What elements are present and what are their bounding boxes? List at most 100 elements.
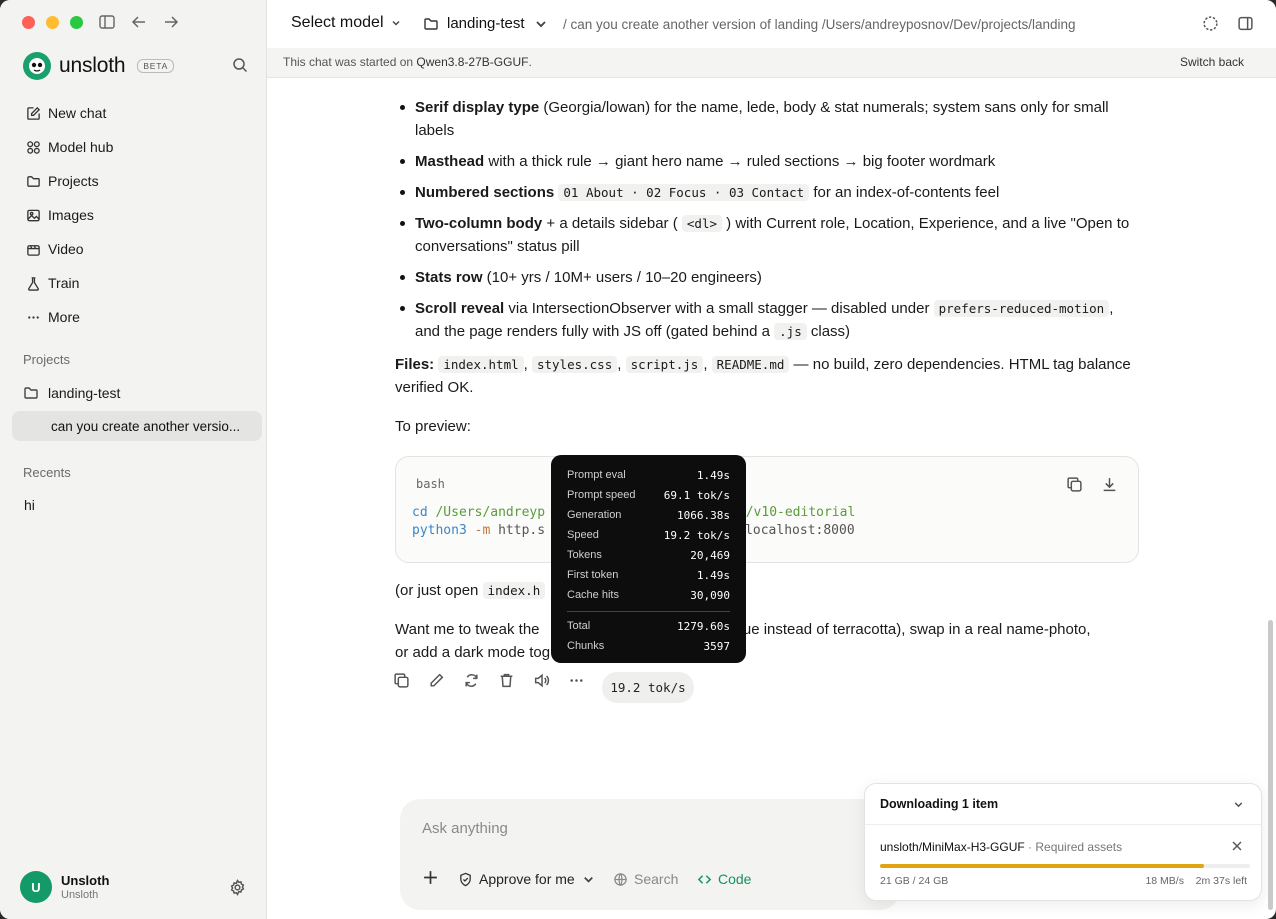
project-breadcrumb[interactable]: landing-test xyxy=(423,15,549,32)
assistant-message: Serif display type (Georgia/lowan) for t… xyxy=(395,96,1140,438)
search-toggle[interactable]: Search xyxy=(613,871,678,887)
top-bar: Select model landing-test / can you crea… xyxy=(267,0,1276,48)
loading-icon[interactable] xyxy=(1202,15,1219,32)
stat-key: Total xyxy=(567,620,591,632)
scrollbar[interactable] xyxy=(1268,620,1273,910)
project-label: landing-test xyxy=(48,385,121,401)
file-name: styles.css xyxy=(531,356,618,373)
nav-projects[interactable]: Projects xyxy=(14,164,254,198)
chat-composer[interactable]: Ask anything Approve for me Search Code xyxy=(400,799,900,910)
item-text: for an index-of-contents feel xyxy=(809,184,1000,201)
sidebar-toggle-icon[interactable] xyxy=(98,13,116,31)
active-chat-item[interactable]: can you create another versio... xyxy=(12,411,262,441)
download-eta: 2m 37s left xyxy=(1195,875,1247,887)
stats-tooltip: Prompt eval 1.49s Prompt speed 69.1 tok/s … xyxy=(551,455,746,663)
code-token: /Users/andreyp xyxy=(427,505,546,520)
edit-icon[interactable] xyxy=(428,672,445,689)
close-icon[interactable] xyxy=(1231,840,1243,852)
nav-images[interactable]: Images xyxy=(14,198,254,232)
item-title: Stats row xyxy=(415,269,483,286)
minimize-window-button[interactable] xyxy=(46,16,59,29)
download-title: Downloading 1 item xyxy=(880,797,999,811)
recents-section-label: Recents xyxy=(23,465,71,480)
user-profile[interactable]: U Unsloth Unsloth xyxy=(20,871,109,903)
edit-icon xyxy=(27,106,41,120)
switch-back-button[interactable]: Switch back xyxy=(1180,55,1244,69)
nav-more[interactable]: More xyxy=(14,300,254,334)
download-size: 21 GB / 24 GB xyxy=(880,875,949,887)
after-text: (or just open xyxy=(395,582,483,599)
stat-value: 1066.38s xyxy=(677,508,730,522)
inline-code: .js xyxy=(774,323,807,340)
preview-label: To preview: xyxy=(395,418,471,435)
divider xyxy=(865,824,1261,825)
shield-icon xyxy=(460,872,471,886)
stat-key: Speed xyxy=(567,529,599,541)
brand[interactable]: unsloth BETA xyxy=(23,52,175,80)
stat-row: Tokens 20,469 xyxy=(567,545,730,565)
gear-icon[interactable] xyxy=(229,879,246,896)
stat-key: Chunks xyxy=(567,640,605,652)
item-title: Scroll reveal xyxy=(415,300,505,317)
stat-key: Prompt speed xyxy=(567,489,636,501)
recent-chat-item[interactable]: hi xyxy=(24,497,35,513)
video-icon xyxy=(27,244,40,256)
avatar: U xyxy=(20,871,52,903)
stat-value: 20,469 xyxy=(690,548,730,562)
nav-model-hub[interactable]: Model hub xyxy=(14,130,254,164)
chevron-down-icon[interactable] xyxy=(1232,798,1245,811)
more-icon[interactable] xyxy=(568,672,585,689)
model-select[interactable]: Select model xyxy=(291,14,402,32)
panel-toggle-icon[interactable] xyxy=(1237,15,1254,32)
file-name: script.js xyxy=(625,356,704,373)
files-paragraph: Files: index.html, styles.css, script.js… xyxy=(395,356,1131,396)
approve-label: Approve for me xyxy=(479,871,575,887)
file-name: index.html xyxy=(438,356,524,373)
code-toggle[interactable]: Code xyxy=(697,871,751,887)
inline-code: index.h xyxy=(482,582,546,599)
followup-text: Want me to tweak the xyxy=(395,621,540,638)
stat-key: Cache hits xyxy=(567,589,619,601)
project-item-landing-test[interactable]: landing-test xyxy=(23,385,120,401)
nav-new-chat[interactable]: New chat xyxy=(14,96,254,130)
model-notice-bar: This chat was started on Qwen3.8-27B-GGU… xyxy=(267,48,1276,78)
followup-text: lue instead of terracotta), swap in a re… xyxy=(739,621,1091,638)
speed-badge[interactable]: 19.2 tok/s xyxy=(602,672,694,703)
breadcrumb-path: / can you create another version of land… xyxy=(563,17,1076,32)
back-arrow-icon[interactable] xyxy=(130,13,148,31)
notice-prefix: This chat was started on xyxy=(283,55,417,69)
download-panel: Downloading 1 item unsloth/MiniMax-H3-GG… xyxy=(864,783,1262,901)
trash-icon[interactable] xyxy=(498,672,515,689)
approve-mode-select[interactable]: Approve for me xyxy=(458,871,596,887)
beta-badge: BETA xyxy=(137,59,175,73)
item-text: class) xyxy=(806,323,851,340)
item-title: Two-column body xyxy=(415,215,543,232)
flask-icon xyxy=(28,276,39,291)
code-block: bash cd /Users/andreyp ng/v10-editorial p… xyxy=(395,456,1139,563)
code-token: cd xyxy=(412,505,428,520)
code-actions xyxy=(1066,476,1118,493)
forward-arrow-icon[interactable] xyxy=(162,13,180,31)
download-icon[interactable] xyxy=(1101,476,1118,493)
top-bar-actions xyxy=(1202,15,1254,32)
item-title: Numbered sections xyxy=(415,184,555,201)
search-icon[interactable] xyxy=(232,57,248,73)
speaker-icon[interactable] xyxy=(533,672,550,689)
download-sub: · Required assets xyxy=(1024,840,1123,854)
close-window-button[interactable] xyxy=(22,16,35,29)
stat-key: Tokens xyxy=(567,549,602,561)
copy-icon[interactable] xyxy=(1066,476,1083,493)
plus-icon[interactable] xyxy=(422,869,439,886)
list-item: Masthead with a thick rule → giant hero … xyxy=(395,150,1140,173)
nav-video[interactable]: Video xyxy=(14,232,254,266)
copy-icon[interactable] xyxy=(393,672,410,689)
regenerate-icon[interactable] xyxy=(463,672,480,689)
list-item: Serif display type (Georgia/lowan) for t… xyxy=(395,96,1140,142)
chat-input[interactable]: Ask anything xyxy=(422,820,508,837)
stat-value: 1279.60s xyxy=(677,619,730,633)
app-window: unsloth BETA New chat Model hub Projects… xyxy=(0,0,1276,919)
nav-train[interactable]: Train xyxy=(14,266,254,300)
maximize-window-button[interactable] xyxy=(70,16,83,29)
window-nav xyxy=(98,13,180,31)
stat-row: First token 1.49s xyxy=(567,565,730,585)
